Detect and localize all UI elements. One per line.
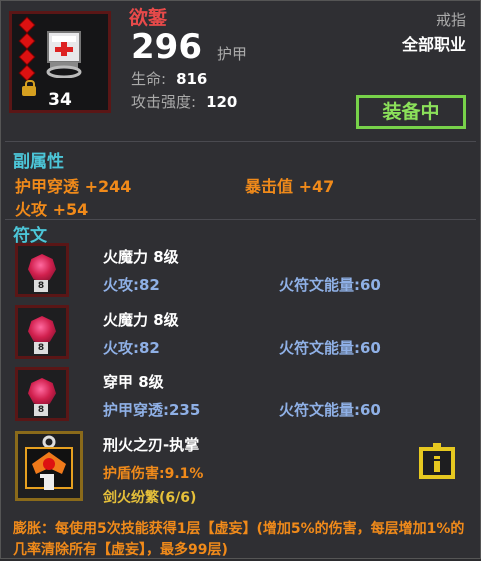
rune-stat: 火攻:82 [103, 276, 160, 294]
pierce-rune-icon [28, 378, 56, 406]
rune-name: 火魔力 8级 [103, 311, 179, 329]
rune-name: 穿甲 8级 [103, 373, 164, 391]
rune-badge: 8 [34, 280, 48, 292]
sub-attributes-title: 副属性 [13, 152, 64, 172]
fire-rune-icon [28, 316, 56, 344]
weapon-skill-name: 刑火之刃-执掌 [103, 436, 200, 454]
item-armor-label: 护甲 [217, 45, 248, 63]
weapon-skill-stat: 护盾伤害:9.1% [103, 466, 204, 482]
divider [5, 141, 476, 142]
sub-attr-fire-attack: 火攻 +54 [15, 200, 89, 219]
rune-badge: 8 [34, 342, 48, 354]
rune-badge: 8 [34, 404, 48, 416]
ring-item-icon [46, 31, 82, 78]
item-name: 欲錾 [129, 7, 168, 29]
rune-slot-2[interactable]: 8 [15, 305, 69, 359]
rune-stat: 护甲穿透:235 [103, 401, 201, 419]
rarity-gem-icon [19, 17, 35, 33]
stat-label: 生命: [131, 70, 167, 88]
stat-health: 生命: 816 [131, 68, 207, 89]
sub-attr-armor-pen: 护甲穿透 +244 [15, 177, 132, 196]
rune-stat: 火符文能量:60 [279, 276, 381, 294]
rune-slot-1[interactable]: 8 [15, 243, 69, 297]
equipped-button[interactable]: 装备中 [356, 95, 466, 129]
weapon-skill-slot[interactable] [15, 431, 83, 501]
rarity-gem-icon [19, 65, 35, 81]
rune-name: 火魔力 8级 [103, 248, 179, 266]
rune-stat: 火攻:82 [103, 339, 160, 357]
rarity-gem-icon [19, 49, 35, 65]
item-portrait[interactable]: 34 [9, 11, 111, 113]
item-armor-value: 296 [131, 27, 202, 67]
rune-slot-3[interactable]: 8 [15, 367, 69, 421]
item-tooltip-panel: 34 欲錾 296 护甲 生命: 816 攻击强度: 120 戒指 全部职业 装备中… [0, 0, 481, 559]
rarity-gem-icon [19, 33, 35, 49]
stat-value: 120 [206, 93, 238, 111]
passive-description: 膨胀：每使用5次技能获得1层【虚妄】(增加5%的伤害，每层增加1%的几率清除所有… [13, 521, 465, 558]
rarity-gems [19, 17, 35, 84]
skill-info-icon[interactable] [417, 443, 457, 481]
rune-stat: 火符文能量:60 [279, 401, 381, 419]
weapon-skill-set: 剑火纷繁(6/6) [103, 490, 197, 506]
item-level: 34 [48, 90, 72, 110]
fire-rune-icon [28, 254, 56, 282]
stat-attack-power: 攻击强度: 120 [131, 91, 237, 112]
rune-stat: 火符文能量:60 [279, 339, 381, 357]
divider [5, 219, 476, 220]
item-class: 全部职业 [401, 35, 466, 54]
stat-value: 816 [176, 70, 208, 88]
sub-attr-crit: 暴击值 +47 [245, 177, 335, 196]
stat-label: 攻击强度: [131, 93, 197, 111]
flame-blade-icon [25, 435, 73, 490]
item-slot: 戒指 [435, 11, 466, 29]
